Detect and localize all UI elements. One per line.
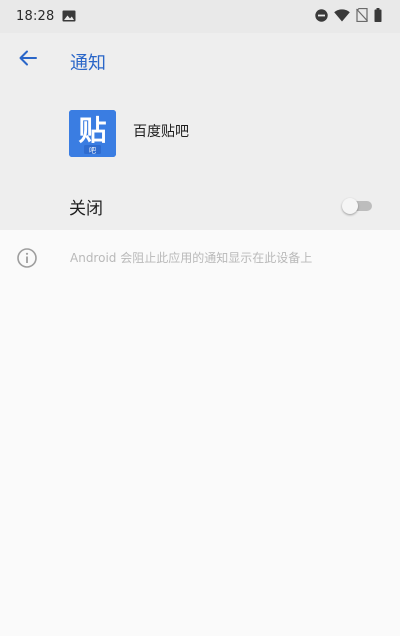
notification-settings-screen: 18:28 通知 贴 吧 百度贴吧 关闭 Android 会阻止此应用的通知显示… <box>0 0 400 636</box>
status-bar-left: 18:28 <box>16 7 76 26</box>
app-icon-sub-glyph: 吧 <box>89 147 96 155</box>
no-sim-icon <box>356 7 368 26</box>
info-icon <box>16 247 38 269</box>
app-name: 百度贴吧 <box>133 124 189 140</box>
battery-icon <box>374 7 382 26</box>
notifications-switch[interactable] <box>342 198 374 214</box>
status-bar-right <box>315 7 382 26</box>
app-icon-glyph: 贴 <box>78 114 106 147</box>
notifications-toggle-label: 关闭 <box>69 199 103 219</box>
status-time: 18:28 <box>16 9 55 24</box>
baidu-tieba-app-icon: 贴 吧 <box>69 110 116 157</box>
image-icon <box>62 7 76 26</box>
app-notification-header: 通知 贴 吧 百度贴吧 关闭 <box>0 33 400 230</box>
status-bar: 18:28 <box>0 0 400 33</box>
switch-thumb <box>342 198 358 214</box>
arrow-left-icon <box>19 50 37 70</box>
page-title: 通知 <box>70 53 106 74</box>
back-button[interactable] <box>10 45 46 75</box>
wifi-icon <box>334 7 350 26</box>
info-row: Android 会阻止此应用的通知显示在此设备上 <box>0 240 400 276</box>
notifications-toggle-row[interactable]: 关闭 <box>0 185 400 229</box>
do-not-disturb-icon <box>315 7 328 26</box>
info-text: Android 会阻止此应用的通知显示在此设备上 <box>70 251 313 265</box>
